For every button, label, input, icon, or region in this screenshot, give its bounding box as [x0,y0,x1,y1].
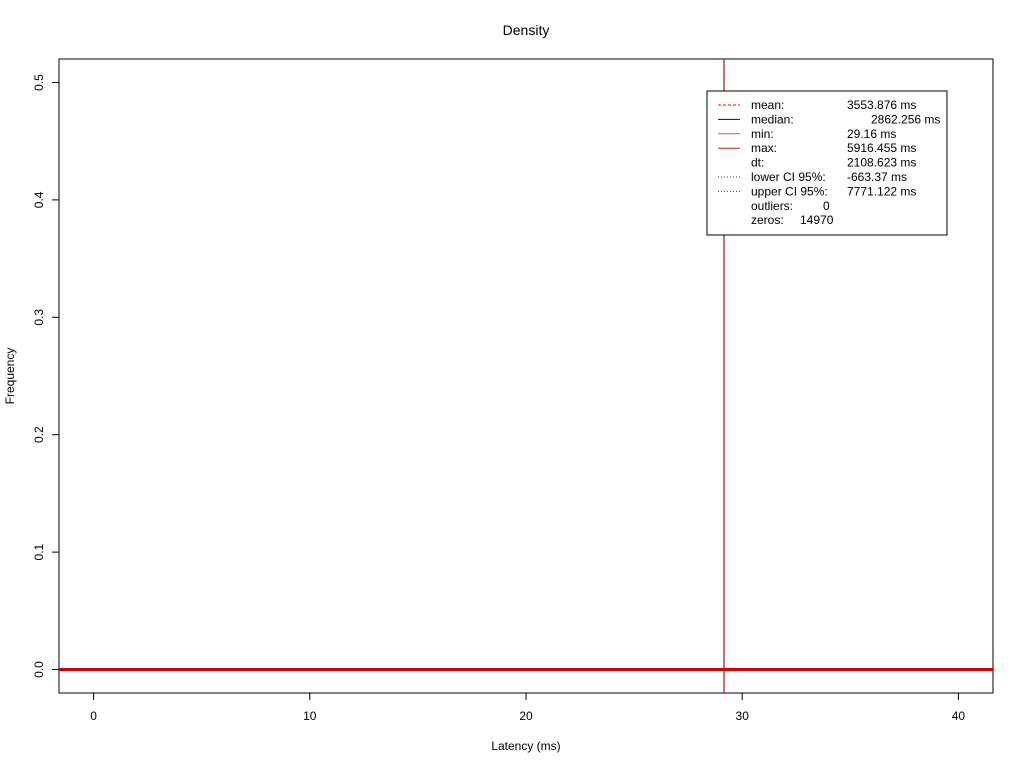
legend-value: 2862.256 ms [871,112,940,126]
legend-value: 7771.122 ms [847,184,916,198]
legend-value: 29.16 ms [847,127,896,141]
legend-value: -663.37 ms [847,170,907,184]
chart-title: Density [503,22,550,38]
y-axis-label: Frequency [3,348,17,405]
legend-value: 2108.623 ms [847,156,916,170]
y-axis: 0.0 0.1 0.2 0.3 0.4 0.5 [32,74,60,678]
y-tick-label: 0.4 [32,191,46,208]
legend-key: dt: [751,156,764,170]
x-tick-label: 30 [736,709,750,723]
x-tick-label: 20 [519,709,533,723]
x-tick-label: 0 [90,709,97,723]
legend-key: upper CI 95%: [751,184,828,198]
y-tick-label: 0.5 [32,74,46,91]
legend-key: zeros: [751,213,784,227]
legend-value: 3553.876 ms [847,98,916,112]
legend: mean: 3553.876 ms median: 2862.256 ms min: 29… [706,90,948,236]
legend-key: mean: [751,98,784,112]
legend-value: 14970 [800,213,834,227]
y-tick-label: 0.3 [32,309,46,326]
legend-key: median: [751,112,794,126]
legend-key: outliers: [751,199,793,213]
density-chart: Density Latency (ms) Frequency 0 10 20 30 40… [3,22,994,753]
legend-value: 0 [823,199,830,213]
legend-key: lower CI 95%: [751,170,826,184]
y-tick-label: 0.0 [32,661,46,678]
y-tick-label: 0.2 [32,426,46,443]
legend-value: 5916.455 ms [847,141,916,155]
x-axis: 0 10 20 30 40 [90,692,966,723]
x-tick-label: 40 [952,709,966,723]
x-tick-label: 10 [303,709,317,723]
x-axis-label: Latency (ms) [491,739,560,753]
y-tick-label: 0.1 [32,543,46,560]
legend-key: min: [751,127,774,141]
legend-key: max: [751,141,777,155]
